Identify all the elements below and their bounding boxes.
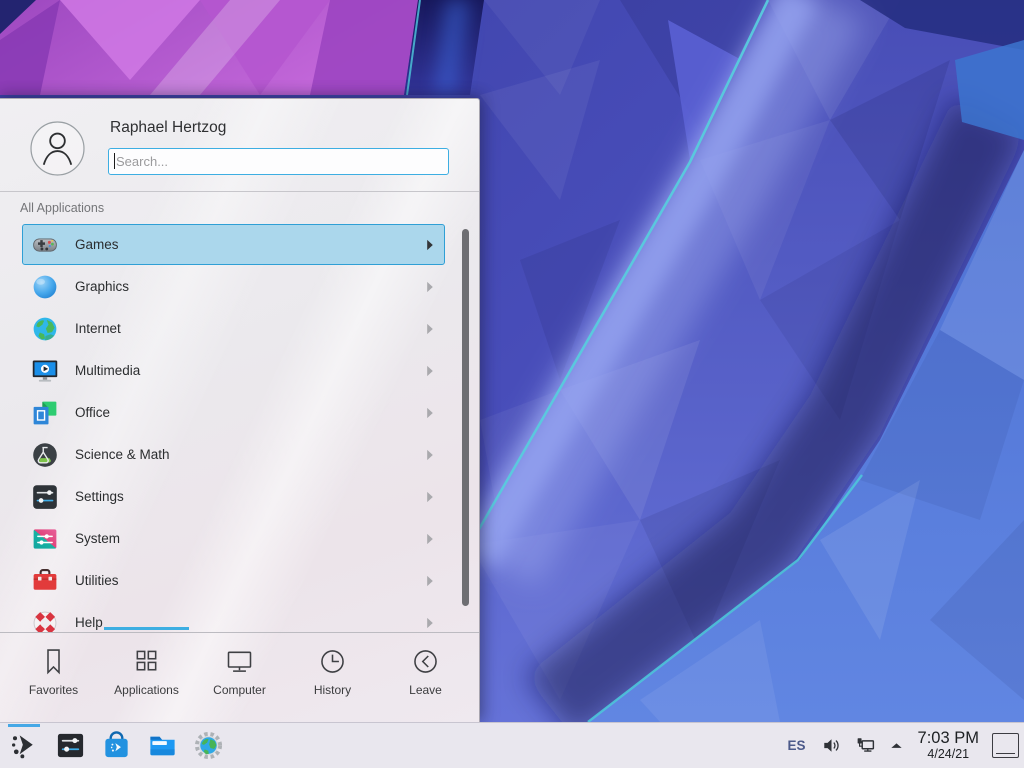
graphics-sphere-icon xyxy=(31,273,59,301)
help-lifebuoy-icon xyxy=(31,609,59,633)
tab-label: History xyxy=(314,683,351,697)
tab-label: Leave xyxy=(409,683,442,697)
search-input[interactable] xyxy=(114,150,438,173)
menu-item-games[interactable]: Games xyxy=(22,224,445,265)
footer-separator xyxy=(0,632,479,633)
tab-applications[interactable]: Applications xyxy=(100,637,193,721)
user-name: Raphael Hertzog xyxy=(110,119,226,137)
taskbar-panel: ES 7:03 PM 4/24/21 xyxy=(0,722,1024,768)
user-avatar-icon[interactable] xyxy=(30,121,85,176)
tab-history[interactable]: History xyxy=(286,637,379,721)
menu-item-multimedia[interactable]: Multimedia xyxy=(22,350,445,391)
utilities-toolbox-icon xyxy=(31,567,59,595)
system-settings-icon xyxy=(55,730,86,761)
chevron-right-icon xyxy=(426,533,434,545)
menu-item-label: Internet xyxy=(75,321,426,336)
application-launcher-menu: Raphael Hertzog All Applications Games Gr… xyxy=(0,98,480,722)
science-flask-icon xyxy=(31,441,59,469)
menu-item-utilities[interactable]: Utilities xyxy=(22,560,445,601)
tab-label: Applications xyxy=(114,683,179,697)
chevron-right-icon xyxy=(426,449,434,461)
tab-leave[interactable]: Leave xyxy=(379,637,472,721)
chevron-right-icon xyxy=(426,491,434,503)
menu-item-label: Utilities xyxy=(75,573,426,588)
launcher-tabbar: Favorites Applications Computer History Leav… xyxy=(7,637,473,721)
menu-item-label: Games xyxy=(75,237,426,252)
menu-item-system[interactable]: System xyxy=(22,518,445,559)
header-separator xyxy=(0,191,479,192)
menu-item-label: Office xyxy=(75,405,426,420)
menu-item-internet[interactable]: Internet xyxy=(22,308,445,349)
menu-item-label: Settings xyxy=(75,489,426,504)
menu-item-graphics[interactable]: Graphics xyxy=(22,266,445,307)
settings-sliders-icon xyxy=(31,483,59,511)
active-task-indicator xyxy=(8,724,40,727)
clock-date: 4/24/21 xyxy=(918,748,979,761)
chevron-right-icon xyxy=(426,323,434,335)
taskbar-app-launcher[interactable] xyxy=(4,724,44,768)
menu-item-label: Science & Math xyxy=(75,447,426,462)
menu-item-science-math[interactable]: Science & Math xyxy=(22,434,445,475)
menu-item-label: System xyxy=(75,531,426,546)
chevron-right-icon xyxy=(426,575,434,587)
chevron-right-icon xyxy=(426,617,434,629)
clock-time: 7:03 PM xyxy=(918,730,979,747)
launcher-header: Raphael Hertzog xyxy=(0,99,479,191)
gamepad-icon xyxy=(31,231,59,259)
kde-launcher-icon xyxy=(9,730,40,761)
dolphin-folder-icon xyxy=(147,730,178,761)
system-tray: ES 7:03 PM 4/24/21 xyxy=(788,723,1024,768)
taskbar-launchers xyxy=(0,723,234,768)
keyboard-layout-indicator[interactable]: ES xyxy=(788,738,806,753)
multimedia-monitor-icon xyxy=(31,357,59,385)
expand-tray-icon[interactable] xyxy=(889,738,904,753)
taskbar-file-manager[interactable] xyxy=(142,724,182,768)
section-label: All Applications xyxy=(20,201,104,215)
network-icon[interactable] xyxy=(855,735,876,756)
taskbar-system-settings[interactable] xyxy=(50,724,90,768)
show-desktop-glyph xyxy=(996,753,1015,755)
menu-item-office[interactable]: Office xyxy=(22,392,445,433)
system-sliders-icon xyxy=(31,525,59,553)
tab-favorites[interactable]: Favorites xyxy=(7,637,100,721)
chevron-right-icon xyxy=(426,239,434,251)
scrollbar-thumb[interactable] xyxy=(462,229,469,606)
monitor-icon xyxy=(223,645,256,678)
show-desktop-button[interactable] xyxy=(992,733,1019,758)
clock-icon xyxy=(316,645,349,678)
menu-item-settings[interactable]: Settings xyxy=(22,476,445,517)
active-tab-indicator xyxy=(104,627,189,630)
grid-icon xyxy=(130,645,163,678)
menu-item-label: Multimedia xyxy=(75,363,426,378)
menu-item-help[interactable]: Help xyxy=(22,602,445,632)
discover-bag-icon xyxy=(101,730,132,761)
office-documents-icon xyxy=(31,399,59,427)
globe-icon xyxy=(31,315,59,343)
digital-clock[interactable]: 7:03 PM 4/24/21 xyxy=(918,730,979,760)
leave-icon xyxy=(409,645,442,678)
tab-label: Favorites xyxy=(29,683,78,697)
tab-label: Computer xyxy=(213,683,266,697)
search-box xyxy=(108,148,449,175)
konqueror-globe-icon xyxy=(193,730,224,761)
volume-icon[interactable] xyxy=(821,735,842,756)
chevron-right-icon xyxy=(426,281,434,293)
taskbar-web-browser[interactable] xyxy=(188,724,228,768)
menu-item-label: Graphics xyxy=(75,279,426,294)
tab-computer[interactable]: Computer xyxy=(193,637,286,721)
chevron-right-icon xyxy=(426,407,434,419)
chevron-right-icon xyxy=(426,365,434,377)
desktop-screen: Raphael Hertzog All Applications Games Gr… xyxy=(0,0,1024,768)
application-category-list: Games Graphics Internet Multimedia Office Sci… xyxy=(22,224,445,632)
taskbar-discover[interactable] xyxy=(96,724,136,768)
bookmark-icon xyxy=(37,645,70,678)
